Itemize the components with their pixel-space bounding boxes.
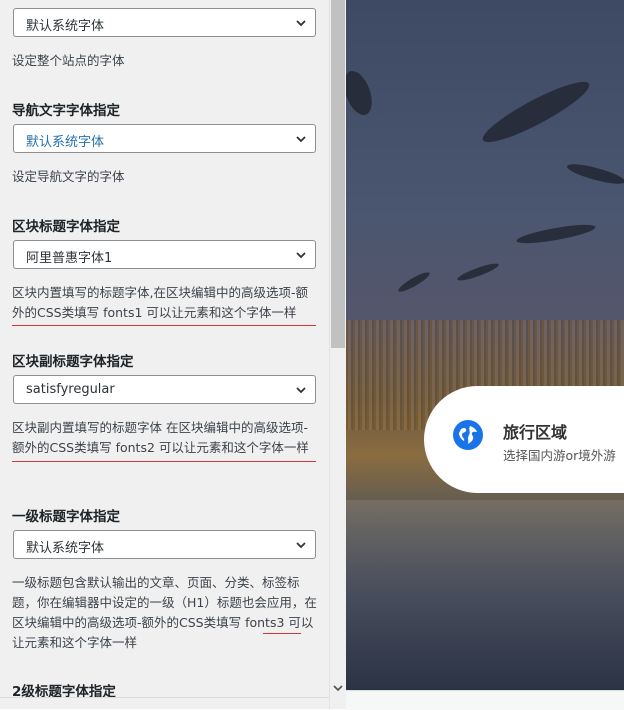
chevron-down-icon (296, 387, 306, 394)
nav-font-desc: 设定导航文字的字体 (12, 169, 125, 184)
block-subtitle-font-select[interactable]: satisfyregular (13, 375, 316, 404)
select-value: satisfyregular (26, 382, 115, 397)
block-title-font-select[interactable]: 阿里普惠字体1 (13, 240, 316, 269)
spellcheck-underline (12, 461, 316, 462)
preview-footer-strip (346, 690, 624, 710)
spellcheck-underline (263, 633, 301, 634)
h1-font-label: 一级标题字体指定 (12, 509, 120, 525)
chevron-down-icon (296, 20, 306, 27)
nav-font-label: 导航文字字体指定 (12, 103, 120, 119)
scroll-down-arrow-icon[interactable] (333, 682, 343, 694)
block-subtitle-font-label: 区块副标题字体指定 (12, 354, 134, 370)
divider (0, 697, 329, 698)
card-title: 旅行区域 (503, 423, 568, 442)
scrollbar-thumb[interactable] (331, 0, 345, 348)
spellcheck-underline (12, 325, 316, 326)
bird-image (515, 221, 597, 247)
card-subtitle: 选择国内游or境外游 (503, 448, 616, 463)
bird-image (346, 67, 378, 119)
bird-image (455, 260, 501, 284)
chevron-down-icon (296, 252, 306, 259)
select-value: 默认系统字体 (26, 135, 105, 150)
bird-image (565, 160, 624, 188)
select-value: 阿里普惠字体1 (26, 251, 113, 266)
chevron-down-icon (296, 136, 306, 143)
block-title-font-desc: 区块内置填写的标题字体,在区块编辑中的高级选项-额外的CSS类填写 fonts1… (12, 285, 308, 320)
site-preview: 旅行区域 选择国内游or境外游 (346, 0, 624, 690)
block-title-font-label: 区块标题字体指定 (12, 219, 120, 235)
h1-font-select[interactable]: 默认系统字体 (13, 530, 316, 559)
travel-region-card[interactable]: 旅行区域 选择国内游or境外游 (424, 386, 624, 493)
chevron-down-icon (296, 542, 306, 549)
select-value: 默认系统字体 (26, 19, 105, 34)
panel-scrollbar[interactable] (329, 0, 347, 709)
block-subtitle-font-desc: 区块副内置填写的标题字体 在区块编辑中的高级选项-额外的CSS类填写 fonts… (12, 420, 309, 455)
site-font-desc: 设定整个站点的字体 (12, 53, 125, 68)
water-background (346, 500, 624, 690)
h1-font-desc: 一级标题包含默认输出的文章、页面、分类、标签标题，你在编辑器中设定的一级（H1）… (12, 575, 317, 650)
globe-icon (453, 420, 483, 450)
nav-font-select[interactable]: 默认系统字体 (13, 124, 316, 153)
bird-image (396, 269, 432, 295)
site-font-select[interactable]: 默认系统字体 (13, 8, 316, 37)
settings-panel: 默认系统字体 设定整个站点的字体 导航文字字体指定 默认系统字体 设定导航文字的… (0, 0, 329, 709)
select-value: 默认系统字体 (26, 541, 105, 556)
bird-image (477, 73, 595, 151)
